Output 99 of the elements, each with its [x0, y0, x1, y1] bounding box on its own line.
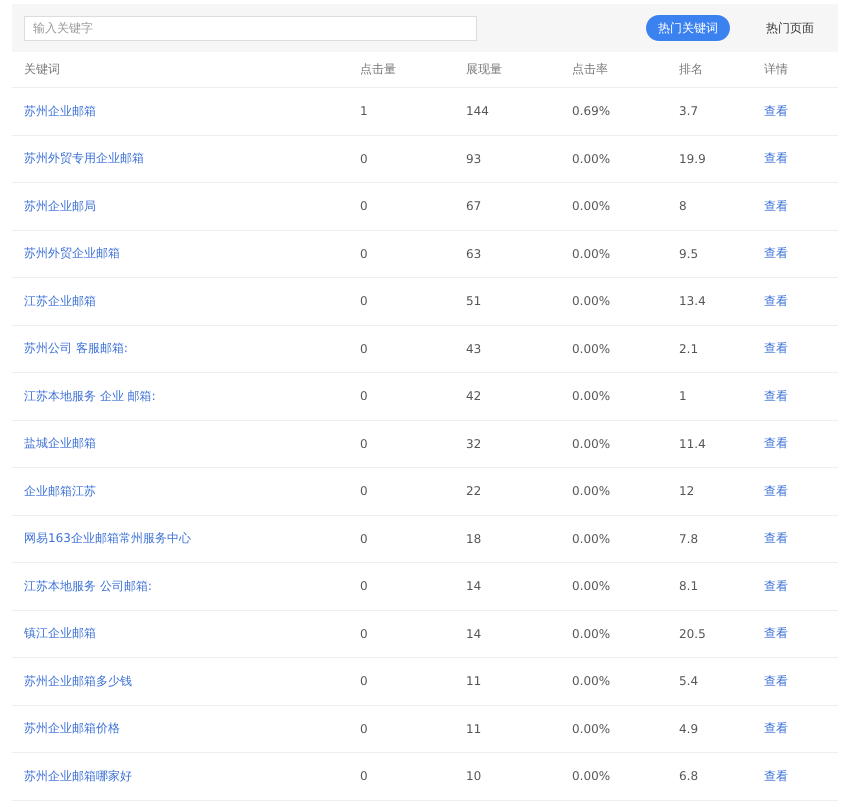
- table-cell-text: 0: [360, 342, 369, 356]
- table-cell-text: 20.5: [679, 626, 707, 641]
- table-cell-text: 2.1: [679, 342, 700, 356]
- keyword-link[interactable]: 苏州公司 客服邮箱:: [24, 341, 128, 356]
- table-cell-text: 67: [466, 199, 482, 214]
- table-cell-text: 43: [466, 342, 482, 356]
- table-cell-text: 0.00%: [572, 294, 612, 308]
- table-cell-text: 0: [360, 389, 369, 404]
- table-cell-text: 14: [466, 626, 482, 641]
- table-cell-text: 9.5: [679, 246, 700, 261]
- table-cell-text: 0: [360, 152, 369, 166]
- table-cell-text: 0.00%: [572, 152, 612, 166]
- table-cell-text: 0: [360, 484, 369, 498]
- table-cell-text: 7.8: [679, 532, 700, 546]
- table-cell-text: 93: [466, 152, 482, 166]
- view-link[interactable]: 查看: [764, 578, 788, 593]
- table-cell-text: 0.00%: [572, 246, 612, 261]
- table-cell-text: 0.00%: [572, 532, 612, 546]
- table-cell-text: 22: [466, 484, 482, 498]
- table-cell-text: 14: [466, 579, 482, 594]
- table-cell-text: 0.00%: [572, 769, 612, 784]
- table-cell-text: 19.9: [679, 152, 707, 166]
- tab[interactable]: 热门关键词: [646, 15, 730, 41]
- view-link[interactable]: 查看: [764, 388, 788, 403]
- view-link[interactable]: 查看: [764, 294, 788, 308]
- keyword-link[interactable]: 江苏本地服务 企业 邮箱:: [24, 388, 156, 403]
- keyword-link[interactable]: 网易163企业邮箱常州服务中心: [24, 531, 191, 546]
- table-cell-text: 0: [360, 626, 369, 641]
- view-link[interactable]: 查看: [764, 674, 788, 688]
- table-cell-text: 0: [360, 532, 369, 546]
- keyword-link[interactable]: 苏州企业邮箱哪家好: [24, 768, 132, 783]
- keyword-link[interactable]: 企业邮箱江苏: [24, 484, 96, 498]
- table-cell-text: 8.1: [679, 579, 700, 594]
- column-header: 关键词: [24, 61, 61, 78]
- table-cell-text: 0.00%: [572, 674, 612, 688]
- table-cell-text: 11.4: [679, 436, 707, 451]
- keyword-link[interactable]: 镇江企业邮箱: [24, 626, 96, 640]
- view-link[interactable]: 查看: [764, 626, 788, 640]
- table-cell-text: 13.4: [679, 294, 707, 308]
- table-cell-text: 0: [360, 199, 369, 214]
- table-cell-text: 10: [466, 769, 482, 784]
- view-link[interactable]: 查看: [764, 436, 788, 450]
- table-cell-text: 12: [679, 484, 696, 498]
- view-link[interactable]: 查看: [764, 104, 788, 118]
- keyword-link[interactable]: 苏州企业邮箱价格: [24, 721, 120, 736]
- view-link[interactable]: 查看: [764, 198, 788, 213]
- view-link[interactable]: 查看: [764, 768, 788, 783]
- tab[interactable]: 热门页面: [754, 15, 826, 41]
- table-cell-text: 8: [679, 199, 688, 214]
- table-cell-text: 4.9: [679, 722, 700, 736]
- table-cell-text: 0: [360, 436, 369, 451]
- table-cell-text: 32: [466, 436, 482, 451]
- table-cell-text: 1: [360, 104, 369, 118]
- table-cell-text: 0.00%: [572, 484, 612, 498]
- table-cell-text: 0: [360, 674, 369, 688]
- keyword-link[interactable]: 盐城企业邮箱: [24, 436, 96, 450]
- table-cell-text: 0.00%: [572, 579, 612, 594]
- table-cell-text: 0.00%: [572, 436, 612, 451]
- column-header: 排名: [679, 61, 704, 78]
- table-cell-text: 0.00%: [572, 199, 612, 214]
- table-cell-text: 0: [360, 579, 369, 594]
- table-cell-text: 0: [360, 769, 369, 784]
- table-cell-text: 0: [360, 294, 369, 308]
- table-cell-text: 11: [466, 674, 482, 688]
- table-cell-text: 0.00%: [572, 722, 612, 736]
- table-cell-text: 0.69%: [572, 104, 612, 118]
- keyword-link[interactable]: 苏州企业邮局: [24, 198, 96, 213]
- table-cell-text: 6.8: [679, 769, 700, 784]
- keyword-link[interactable]: 苏州企业邮箱多少钱: [24, 674, 132, 688]
- keyword-link[interactable]: 苏州外贸企业邮箱: [24, 246, 120, 260]
- table-cell-text: 51: [466, 294, 482, 308]
- keyword-link[interactable]: 江苏本地服务 公司邮箱:: [24, 578, 152, 593]
- table-cell-text: 0.00%: [572, 342, 612, 356]
- search-field[interactable]: 输入关键字: [24, 16, 477, 40]
- table-cell-text: 18: [466, 532, 482, 546]
- table-cell-text: 11: [466, 722, 482, 736]
- view-link[interactable]: 查看: [764, 484, 788, 498]
- table-cell-text: 144: [466, 104, 490, 118]
- view-link[interactable]: 查看: [764, 531, 788, 546]
- view-link[interactable]: 查看: [764, 721, 788, 736]
- column-header: 点击量: [360, 61, 397, 78]
- keyword-link[interactable]: 苏州外贸专用企业邮箱: [24, 151, 144, 166]
- column-header: 详情: [764, 61, 788, 78]
- table-cell-text: 0.00%: [572, 626, 612, 641]
- table-cell-text: 1: [679, 389, 688, 404]
- column-header: 展现量: [466, 61, 503, 78]
- table-cell-text: 0.00%: [572, 389, 612, 404]
- table-cell-text: 63: [466, 246, 482, 261]
- table-cell-text: 0: [360, 246, 369, 261]
- table-cell-text: 0: [360, 722, 369, 736]
- keyword-link[interactable]: 江苏企业邮箱: [24, 294, 96, 308]
- table-cell-text: 3.7: [679, 104, 700, 118]
- view-link[interactable]: 查看: [764, 341, 788, 356]
- keyword-link[interactable]: 苏州企业邮箱: [24, 104, 96, 118]
- table-cell-text: 5.4: [679, 674, 700, 688]
- view-link[interactable]: 查看: [764, 151, 788, 166]
- view-link[interactable]: 查看: [764, 246, 788, 260]
- column-header: 点击率: [572, 61, 609, 78]
- table-cell-text: 42: [466, 389, 482, 404]
